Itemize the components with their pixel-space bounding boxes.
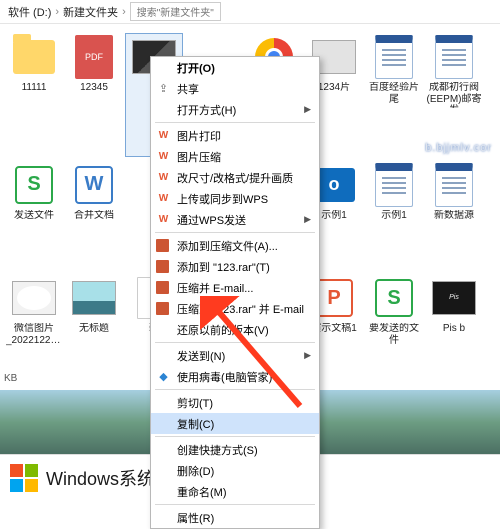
pdf-icon: PDF <box>75 35 113 79</box>
ctx-wps-print[interactable]: W图片打印 <box>151 125 319 146</box>
ctx-wps-compress[interactable]: W图片压缩 <box>151 146 319 167</box>
search-input[interactable]: 搜索"新建文件夹" <box>130 2 221 21</box>
separator <box>155 436 315 437</box>
context-menu: 打开(O) ⇪共享 打开方式(H)▶ W图片打印 W图片压缩 W改尺寸/改格式/… <box>150 56 320 529</box>
file-chengdu[interactable]: 成都初行阀(EEPM)邮寄发 <box>426 34 482 156</box>
wps-icon: W <box>156 128 171 143</box>
file-12345[interactable]: PDF12345 <box>66 34 122 156</box>
windows-logo-icon <box>10 464 38 492</box>
separator <box>155 504 315 505</box>
ctx-share[interactable]: ⇪共享 <box>151 78 319 99</box>
image-icon: Pis <box>432 281 476 315</box>
shield-icon: ◆ <box>156 369 171 384</box>
image-icon <box>12 281 56 315</box>
folder-icon <box>13 40 55 74</box>
separator <box>155 232 315 233</box>
docx-icon <box>375 163 413 207</box>
ctx-openwith[interactable]: 打开方式(H)▶ <box>151 99 319 120</box>
ctx-rar-add123[interactable]: 添加到 "123.rar"(T) <box>151 256 319 277</box>
status-bar: KB <box>4 373 17 384</box>
file-tosend[interactable]: S要发送的文件 <box>366 275 422 394</box>
wps-icon: W <box>156 191 171 206</box>
file-pis[interactable]: PisPis b <box>426 275 482 394</box>
file-11111[interactable]: 11111 <box>6 34 62 156</box>
docx-icon <box>435 163 473 207</box>
wps-s-icon: S <box>15 166 53 204</box>
file-send[interactable]: S发送文件 <box>6 162 62 269</box>
ctx-copy[interactable]: 复制(C) <box>151 413 319 434</box>
watermark: b.bjjmlv.cor <box>425 142 492 154</box>
file-datasource[interactable]: 新数据源 <box>426 162 482 269</box>
rar-icon <box>156 302 169 315</box>
ctx-wps-sync[interactable]: W上传或同步到WPS <box>151 188 319 209</box>
ctx-delete[interactable]: 删除(D) <box>151 460 319 481</box>
wps-s-icon: S <box>375 279 413 317</box>
annotation-arrow <box>200 296 320 416</box>
breadcrumb-sep: › <box>55 6 59 18</box>
ctx-open[interactable]: 打开(O) <box>151 57 319 78</box>
docx-icon <box>435 35 473 79</box>
file-baidu[interactable]: 百度经验片尾 <box>366 34 422 156</box>
wps-icon: W <box>156 212 171 227</box>
ctx-rar-add[interactable]: 添加到压缩文件(A)... <box>151 235 319 256</box>
image-icon <box>72 281 116 315</box>
rar-icon <box>156 260 169 273</box>
file-merge[interactable]: W合并文档 <box>66 162 122 269</box>
ctx-wps-send[interactable]: W通过WPS发送▶ <box>151 209 319 230</box>
breadcrumb-drive[interactable]: 软件 (D:) <box>8 4 51 20</box>
rar-icon <box>156 281 169 294</box>
ctx-wps-resize[interactable]: W改尺寸/改格式/提升画质 <box>151 167 319 188</box>
chevron-right-icon: ▶ <box>304 214 311 225</box>
rar-icon <box>156 239 169 252</box>
wps-w-icon: W <box>75 166 113 204</box>
wps-icon: W <box>156 170 171 185</box>
wps-p-icon: P <box>315 279 353 317</box>
breadcrumb[interactable]: 软件 (D:) › 新建文件夹 › 搜索"新建文件夹" <box>0 0 500 24</box>
docx-icon <box>375 35 413 79</box>
chevron-right-icon: ▶ <box>304 104 311 115</box>
breadcrumb-folder[interactable]: 新建文件夹 <box>63 4 118 20</box>
share-icon: ⇪ <box>156 81 171 96</box>
separator <box>155 122 315 123</box>
ctx-rar-email[interactable]: 压缩并 E-mail... <box>151 277 319 298</box>
ctx-rename[interactable]: 重命名(M) <box>151 481 319 502</box>
ctx-shortcut[interactable]: 创建快捷方式(S) <box>151 439 319 460</box>
file-untitled[interactable]: 无标题 <box>66 275 122 394</box>
file-example1[interactable]: 示例1 <box>366 162 422 269</box>
ctx-properties[interactable]: 属性(R) <box>151 507 319 528</box>
wps-icon: W <box>156 149 171 164</box>
breadcrumb-sep2: › <box>122 6 126 18</box>
